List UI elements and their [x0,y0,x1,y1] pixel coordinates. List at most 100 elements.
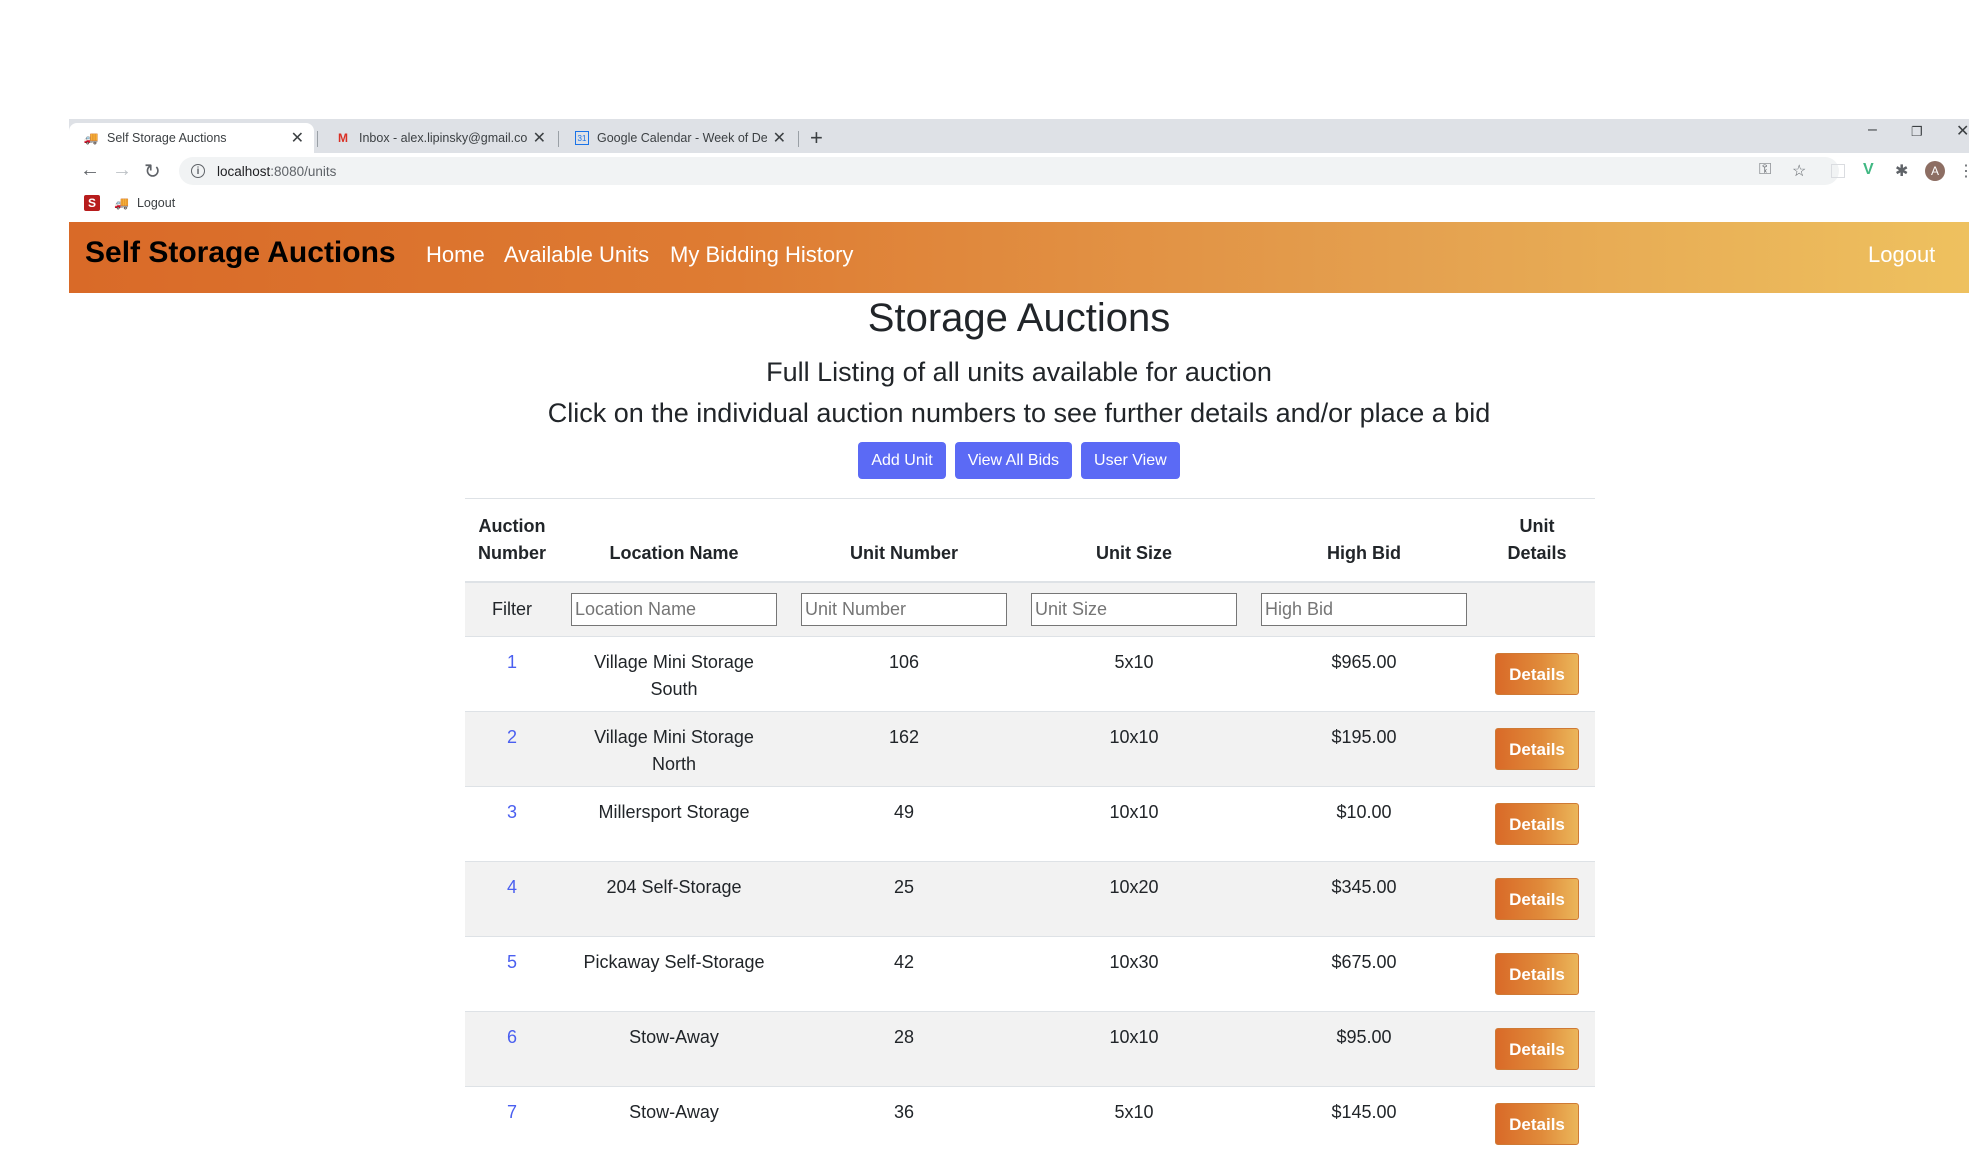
filter-cell [1019,581,1249,637]
location-text: South [650,679,698,699]
location-cell: Millersport Storage [559,786,789,862]
location-text: Village Mini Storage [594,652,754,672]
nav-my-bidding-history[interactable]: My Bidding History [670,242,853,268]
url-text: localhost:8080/units [217,164,336,179]
star-icon[interactable]: ☆ [1792,161,1806,181]
url-host: localhost [217,163,271,179]
bookmark-logout[interactable]: 🚚 Logout [114,196,175,210]
high-bid-filter-input[interactable] [1261,593,1467,626]
view-all-bids-button[interactable]: View All Bids [954,442,1073,479]
unit-number-cell: 106 [789,636,1019,712]
details-cell: Details [1479,1011,1595,1087]
page-subtitle: Full Listing of all units available for … [766,357,1272,387]
location-text: Village Mini Storage [594,727,754,747]
unit-number-cell: 49 [789,786,1019,862]
details-cell: Details [1479,936,1595,1012]
details-cell: Details [1479,711,1595,787]
back-icon[interactable]: ← [80,159,100,182]
location-cell: Village Mini Storage South [559,636,789,712]
forward-icon[interactable]: → [112,159,132,182]
unit-number-cell: 36 [789,1086,1019,1149]
reload-icon[interactable]: ↻ [144,159,161,184]
unit-number-filter-input[interactable] [801,593,1007,626]
tab-separator [558,131,559,147]
auction-number-link[interactable]: 3 [465,786,559,862]
tab-title: Self Storage Auctions [107,131,227,145]
table-row: 5 Pickaway Self-Storage 42 10x30 $675.00… [465,936,1595,1012]
filter-row: Filter [465,581,1595,637]
header-text: Unit [1519,516,1555,536]
details-button[interactable]: Details [1495,653,1579,695]
header-high-bid[interactable]: High Bid [1249,498,1479,583]
header-location-name[interactable]: Location Name [559,498,789,583]
tab-title: Inbox - alex.lipinsky@gmail.com [359,131,527,145]
close-window-icon[interactable]: ✕ [1956,121,1969,141]
bookmarks-bar: S 🚚 Logout [69,189,1969,216]
high-bid-cell: $195.00 [1249,711,1479,787]
page-instructions: Click on the individual auction numbers … [547,398,1491,428]
unit-size-filter-input[interactable] [1031,593,1237,626]
address-bar[interactable]: i localhost:8080/units [179,157,1839,185]
location-cell: Stow-Away [559,1086,789,1149]
unit-size-cell: 5x10 [1019,636,1249,712]
nav-home[interactable]: Home [426,242,485,268]
auction-number-link[interactable]: 5 [465,936,559,1012]
tab-inbox[interactable]: M Inbox - alex.lipinsky@gmail.com ✕ [321,123,556,153]
header-unit-size[interactable]: Unit Size [1019,498,1249,583]
vue-devtools-icon[interactable]: V [1863,161,1874,179]
tab-separator [798,131,799,147]
tab-self-storage[interactable]: 🚚 Self Storage Auctions ✕ [69,123,314,153]
site-navbar: Self Storage Auctions Home Available Uni… [69,222,1969,293]
close-tab-icon[interactable]: ✕ [291,128,304,148]
key-icon[interactable]: ⚿ [1759,161,1771,179]
details-button[interactable]: Details [1495,878,1579,920]
header-auction-number[interactable]: Auction Number [465,498,559,583]
details-button[interactable]: Details [1495,953,1579,995]
unit-number-cell: 42 [789,936,1019,1012]
add-unit-button[interactable]: Add Unit [858,442,946,479]
unit-size-cell: 10x10 [1019,786,1249,862]
unit-number-cell: 25 [789,861,1019,937]
location-cell: Village Mini Storage North [559,711,789,787]
tab-strip: 🚚 Self Storage Auctions ✕ M Inbox - alex… [69,119,1969,153]
details-button[interactable]: Details [1495,1103,1579,1145]
avatar[interactable]: A [1925,161,1945,181]
info-icon[interactable]: i [191,164,205,178]
header-text: Details [1507,543,1567,563]
auction-number-link[interactable]: 1 [465,636,559,712]
auction-number-link[interactable]: 4 [465,861,559,937]
high-bid-cell: $345.00 [1249,861,1479,937]
s-app-icon[interactable]: S [84,194,100,211]
menu-dots-icon[interactable]: ⋮ [1958,161,1969,181]
puzzle-icon[interactable]: ✱ [1895,161,1908,181]
table-row: 1 Village Mini Storage South 106 5x10 $96… [465,636,1595,712]
unit-size-cell: 10x20 [1019,861,1249,937]
auction-number-link[interactable]: 2 [465,711,559,787]
filter-label: Filter [465,581,559,637]
tab-calendar[interactable]: 31 Google Calendar - Week of Dece ✕ [561,123,796,153]
filter-cell [789,581,1019,637]
details-cell: Details [1479,1086,1595,1149]
header-unit-number[interactable]: Unit Number [789,498,1019,583]
truck-icon: 🚚 [83,131,99,145]
close-tab-icon[interactable]: ✕ [773,128,786,148]
auction-number-link[interactable]: 7 [465,1086,559,1149]
high-bid-cell: $675.00 [1249,936,1479,1012]
brand-title[interactable]: Self Storage Auctions [85,236,396,270]
table-header-row: Auction Number Location Name Unit Number … [465,498,1595,583]
details-button[interactable]: Details [1495,728,1579,770]
restore-icon[interactable]: ❐ [1911,124,1923,140]
location-filter-input[interactable] [571,593,777,626]
nav-logout[interactable]: Logout [1868,242,1935,268]
details-button[interactable]: Details [1495,803,1579,845]
extension-blank-icon[interactable] [1831,164,1845,178]
details-button[interactable]: Details [1495,1028,1579,1070]
new-tab-icon[interactable]: + [810,125,823,151]
close-tab-icon[interactable]: ✕ [533,128,546,148]
nav-available-units[interactable]: Available Units [504,242,649,268]
truck-icon: 🚚 [114,195,129,210]
header-unit-details: Unit Details [1479,498,1595,583]
minimize-icon[interactable]: – [1868,121,1877,139]
auction-number-link[interactable]: 6 [465,1011,559,1087]
user-view-button[interactable]: User View [1081,442,1180,479]
